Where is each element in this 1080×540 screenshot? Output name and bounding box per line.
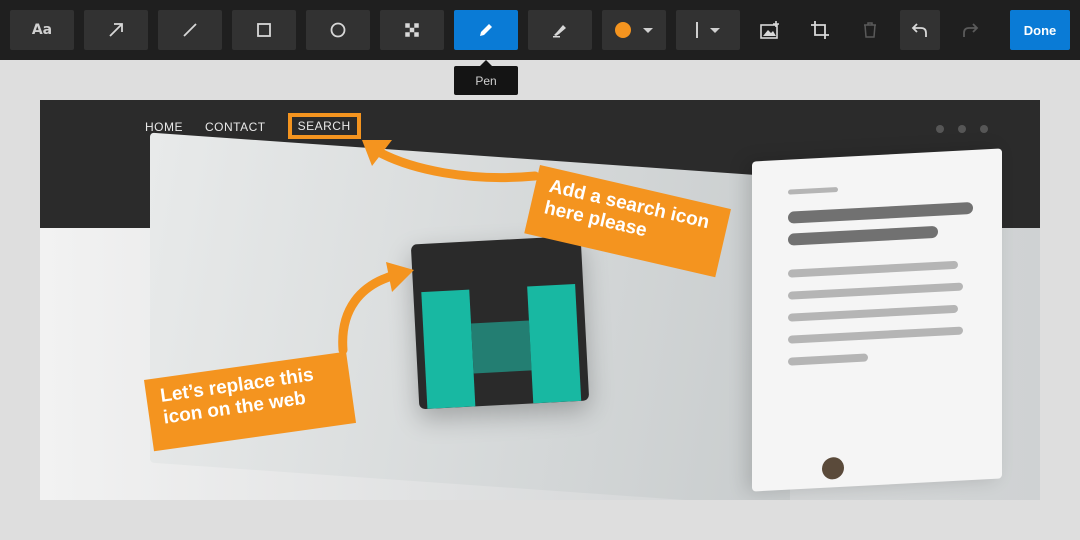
logo-arrow <box>338 270 400 355</box>
search-arrow <box>370 145 540 183</box>
arrowhead-icon <box>386 262 414 292</box>
annotation-arrows <box>338 140 540 355</box>
